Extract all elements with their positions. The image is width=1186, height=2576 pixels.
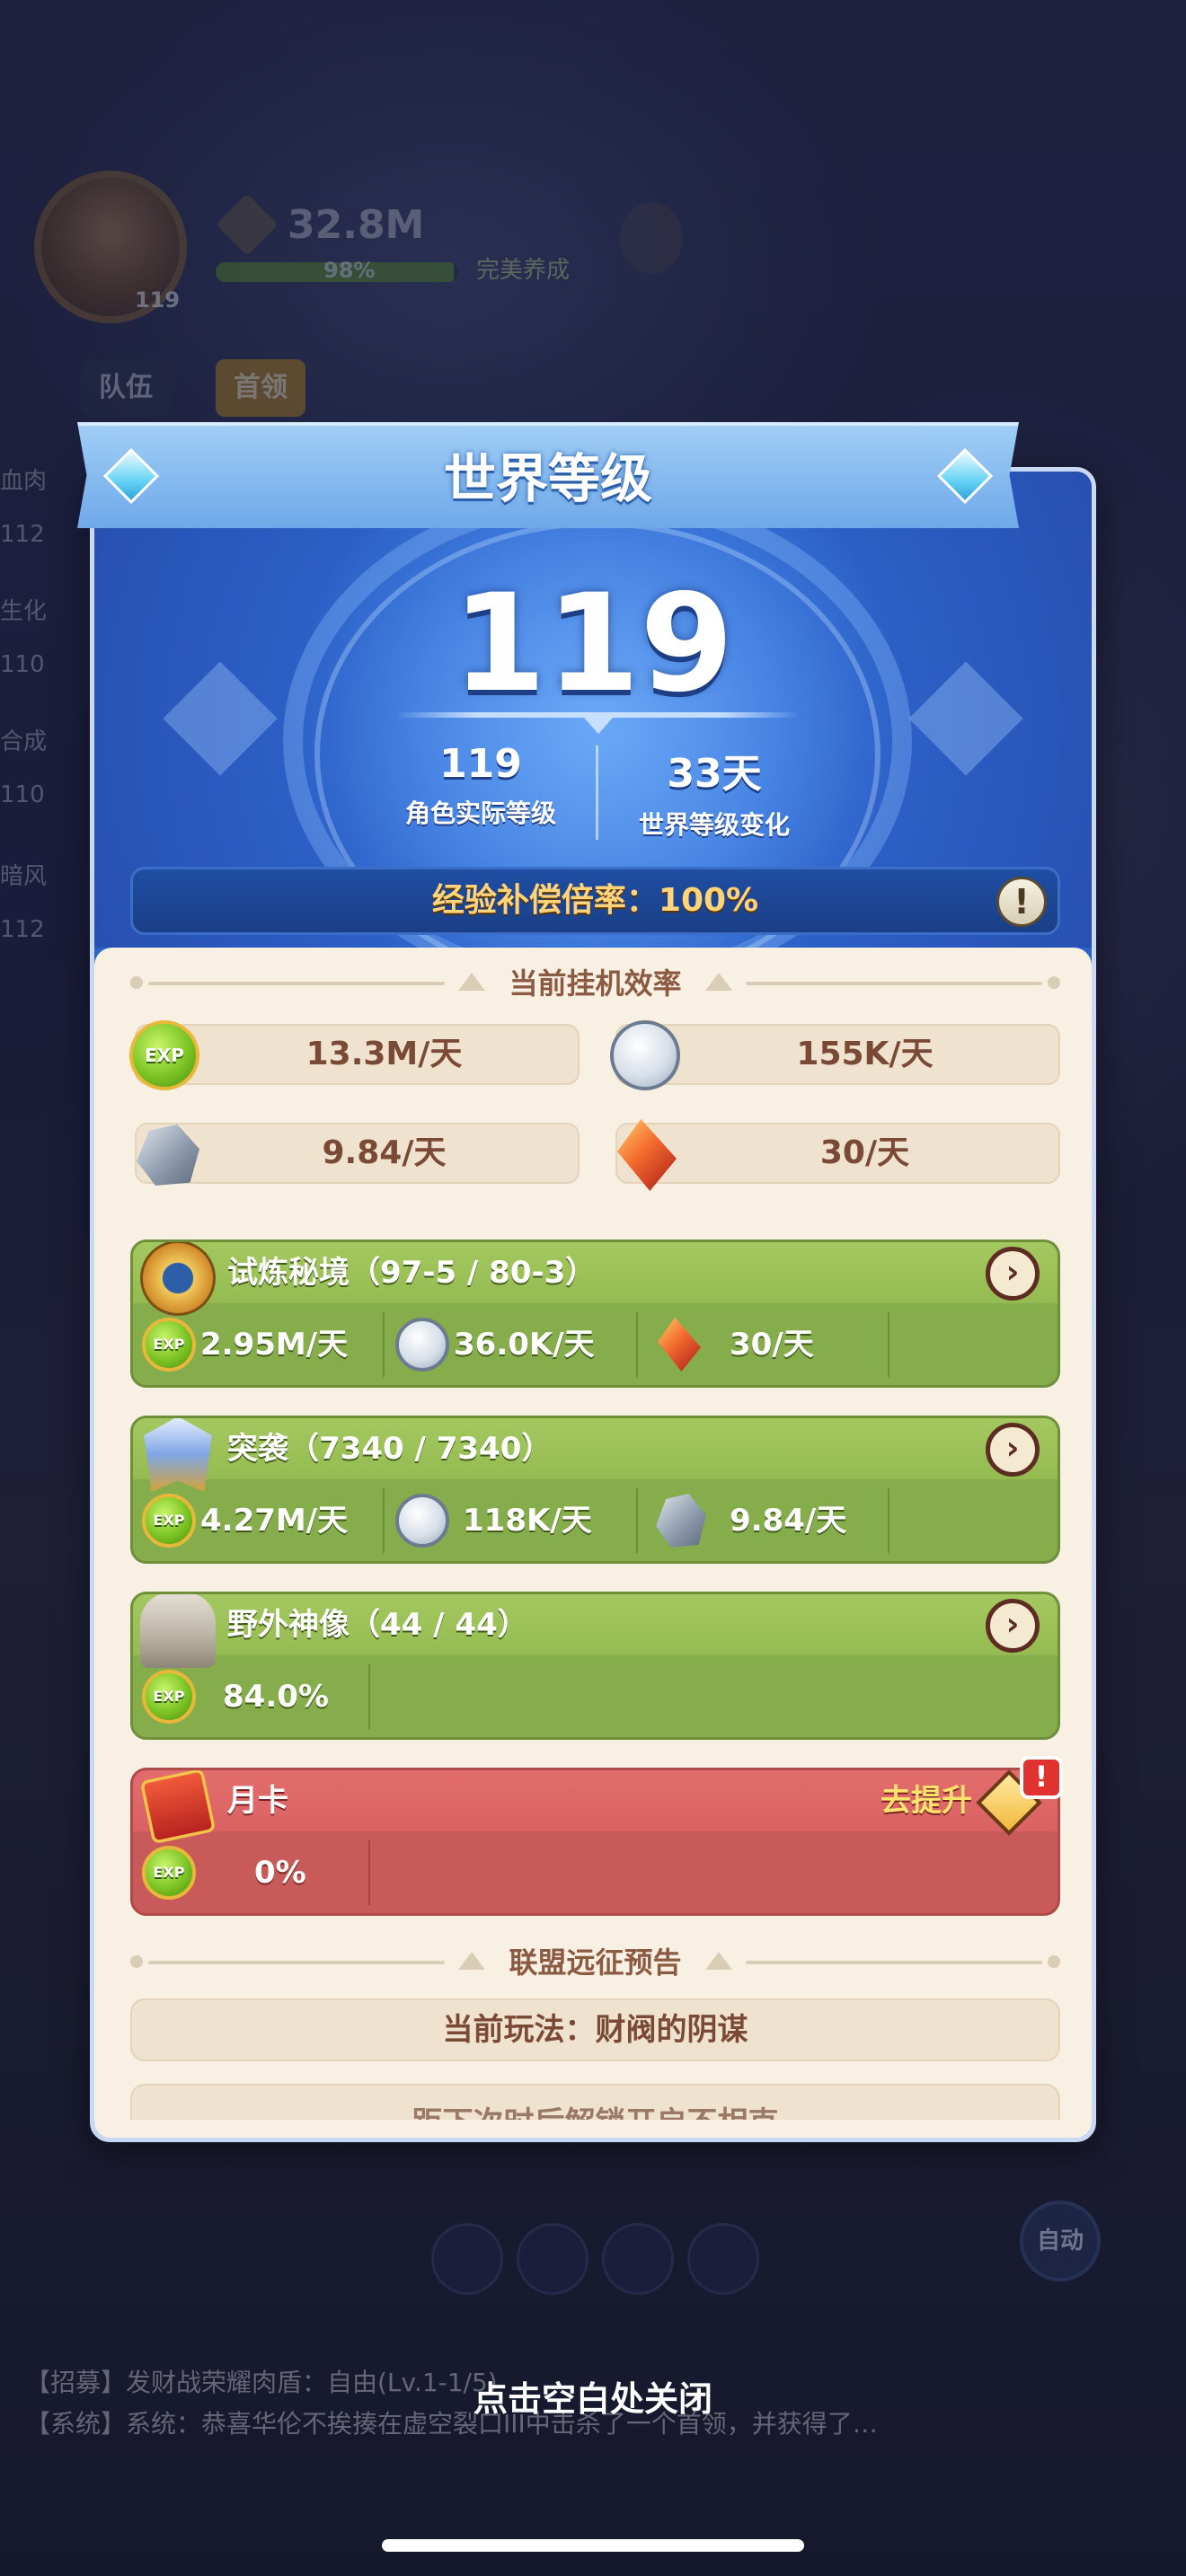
card-body: EXP 0% — [133, 1831, 1058, 1913]
alliance-section-title: 联盟远征预告 — [509, 1945, 682, 1980]
rate-ore-text: 9.84/天 — [322, 1134, 447, 1171]
card-body: EXP 4.27M/天 118K/天 9.84/天 — [133, 1479, 1058, 1561]
card-header: 试炼秘境（97-5 / 80-3） › — [133, 1242, 1058, 1316]
rate-exp-text: 13.3M/天 — [305, 1036, 463, 1072]
cell-value: 118K/天 — [463, 1503, 592, 1539]
modal-title: 世界等级 — [443, 448, 652, 509]
card-header: 野外神像（44 / 44） › — [133, 1594, 1058, 1668]
exp-info-button[interactable]: ! — [996, 877, 1047, 927]
world-level-panel: 119 119 角色实际等级 33天 世界等级变化 经验补偿倍率：100% ! … — [90, 467, 1096, 2142]
card-cell: EXP 0% — [133, 1831, 367, 1913]
cell-value: 4.27M/天 — [200, 1503, 349, 1539]
card-cell: 30/天 — [640, 1303, 887, 1385]
exp-icon: EXP — [142, 1318, 196, 1372]
divider — [636, 1312, 638, 1377]
divider — [383, 1488, 385, 1553]
panel-content: 当前挂机效率 EXP 13.3M/天 155K/天 9.84/天 30/天 试炼… — [94, 948, 1092, 2138]
crystal-icon — [658, 1318, 701, 1372]
divider — [888, 1312, 890, 1377]
card-title: 野外神像（44 / 44） — [227, 1607, 528, 1643]
cell-value: 9.84/天 — [730, 1503, 847, 1539]
cell-value: 84.0% — [223, 1679, 329, 1715]
divider — [368, 1664, 370, 1729]
exp-icon: EXP — [142, 1494, 196, 1548]
exp-compensation-text: 经验补偿倍率：100% — [431, 882, 759, 919]
home-indicator[interactable] — [382, 2539, 804, 2552]
alert-badge-icon: ! — [1020, 1756, 1063, 1799]
idle-section-header: 当前挂机效率 — [130, 966, 1060, 1001]
rate-exp: EXP 13.3M/天 — [129, 1020, 580, 1090]
card-header: 月卡 去提升 — [133, 1770, 1058, 1845]
monthly-card[interactable]: 月卡 去提升 EXP 0% — [130, 1768, 1060, 1916]
rate-ore: 9.84/天 — [135, 1123, 580, 1186]
card-title: 突袭（7340 / 7340） — [227, 1431, 553, 1467]
go-upgrade-label[interactable]: 去提升 — [881, 1770, 972, 1831]
card-cell: 118K/天 — [386, 1479, 633, 1561]
card-header: 突袭（7340 / 7340） › — [133, 1418, 1058, 1492]
rate-coin: 155K/天 — [610, 1020, 1060, 1090]
raid-card[interactable]: 突袭（7340 / 7340） › EXP 4.27M/天 118K/天 9.8… — [130, 1416, 1060, 1564]
divider — [368, 1840, 370, 1905]
cell-value: 30/天 — [730, 1327, 814, 1363]
actual-level-label: 角色实际等级 — [404, 798, 556, 828]
world-level-hero: 119 119 角色实际等级 33天 世界等级变化 经验补偿倍率：100% ! — [94, 472, 1092, 992]
current-mode-pill: 当前玩法：财阀的阴谋 — [130, 1998, 1060, 2061]
divider — [888, 1488, 890, 1553]
coin-icon — [395, 1318, 449, 1372]
card-title: 试炼秘境（97-5 / 80-3） — [227, 1255, 597, 1291]
wild-statue-card[interactable]: 野外神像（44 / 44） › EXP 84.0% — [130, 1592, 1060, 1740]
chevron-right-icon[interactable]: › — [986, 1599, 1040, 1653]
actual-level-value: 119 — [439, 741, 522, 787]
current-mode-text: 当前玩法：财阀的阴谋 — [442, 2012, 748, 2048]
tap-to-close-hint[interactable]: 点击空白处关闭 — [0, 2371, 1186, 2421]
next-unlock-text: 距下次时后解锁开启不相克 — [132, 2098, 1058, 2120]
coin-icon — [395, 1494, 449, 1548]
divider — [636, 1488, 638, 1553]
card-cell: 36.0K/天 — [386, 1303, 633, 1385]
actual-level-stat: 119 角色实际等级 — [364, 741, 597, 830]
card-cell: EXP 2.95M/天 — [133, 1303, 380, 1385]
divider-arrow-icon — [584, 718, 613, 734]
rate-crystal-text: 30/天 — [819, 1134, 910, 1171]
card-cell: EXP 84.0% — [133, 1655, 367, 1737]
card-body: EXP 84.0% — [133, 1655, 1058, 1737]
trial-realm-card[interactable]: 试炼秘境（97-5 / 80-3） › EXP 2.95M/天 36.0K/天 … — [130, 1239, 1060, 1388]
card-body: EXP 2.95M/天 36.0K/天 30/天 — [133, 1303, 1058, 1385]
next-unlock-pill: 距下次时后解锁开启不相克 — [130, 2084, 1060, 2120]
alliance-section-header: 联盟远征预告 — [130, 1945, 1060, 1981]
exp-icon: EXP — [142, 1846, 196, 1900]
exp-compensation-bar: 经验补偿倍率：100% ! — [130, 867, 1060, 935]
crystal-icon — [617, 1119, 677, 1191]
cell-value: 36.0K/天 — [454, 1327, 595, 1363]
card-title: 月卡 — [227, 1783, 288, 1819]
level-change-label: 世界等级变化 — [638, 810, 790, 840]
cell-value: 0% — [254, 1855, 306, 1891]
divider — [383, 1312, 385, 1377]
world-level-value: 119 — [452, 566, 734, 722]
exp-icon: EXP — [129, 1020, 199, 1090]
chevron-right-icon[interactable]: › — [986, 1247, 1040, 1301]
title-banner: 世界等级 — [77, 422, 1019, 528]
level-change-value: 33天 — [667, 751, 762, 797]
level-change-stat: 33天 世界等级变化 — [597, 741, 831, 842]
rate-coin-text: 155K/天 — [796, 1036, 934, 1072]
card-cell: 9.84/天 — [640, 1479, 887, 1561]
ore-icon — [656, 1494, 706, 1548]
chevron-right-icon[interactable]: › — [986, 1423, 1040, 1477]
coin-icon — [610, 1020, 680, 1090]
rate-crystal: 30/天 — [615, 1119, 1060, 1191]
exp-icon: EXP — [142, 1670, 196, 1724]
card-cell: EXP 4.27M/天 — [133, 1479, 380, 1561]
cell-value: 2.95M/天 — [200, 1327, 349, 1363]
idle-section-title: 当前挂机效率 — [509, 966, 682, 1001]
